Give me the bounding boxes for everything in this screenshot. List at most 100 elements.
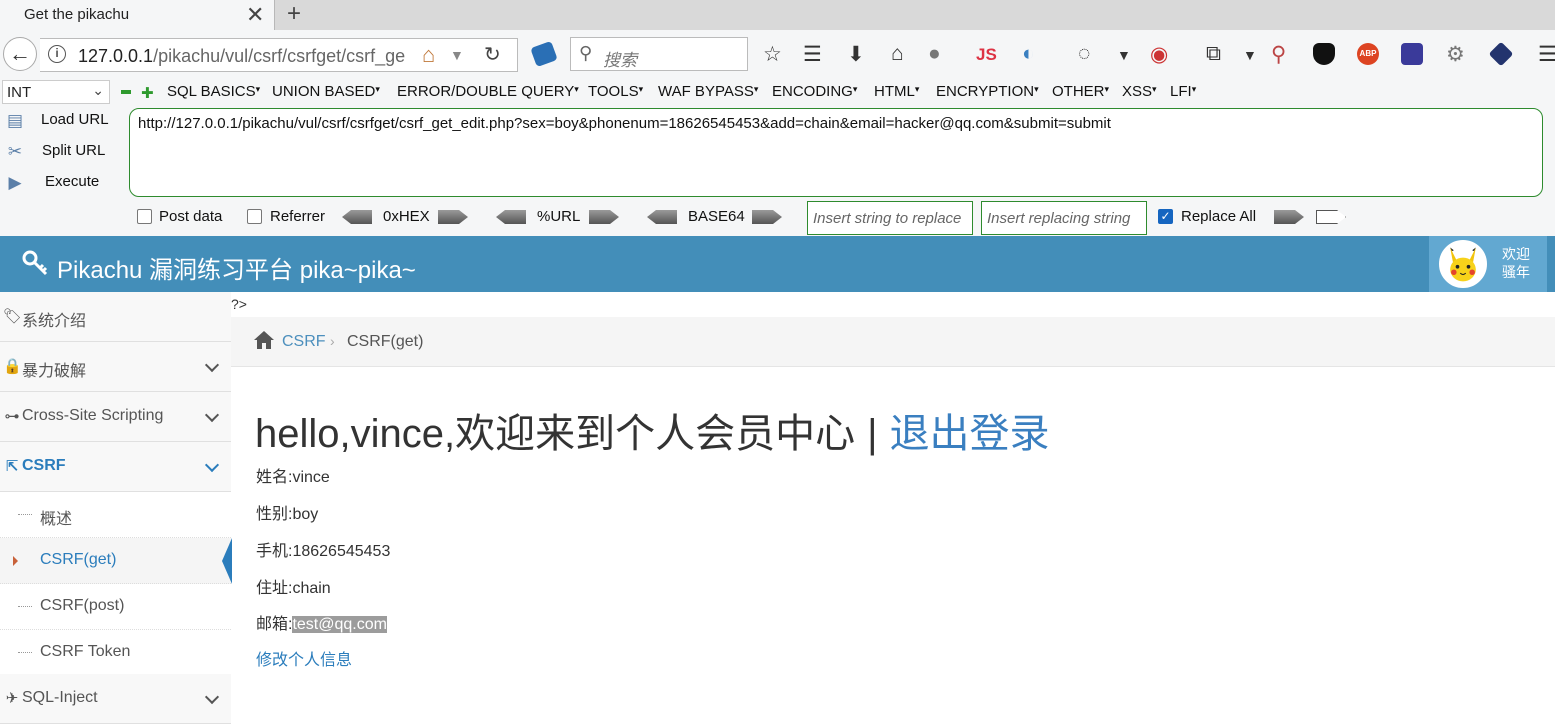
search-placeholder: 搜索 [603, 51, 637, 70]
copy-icon[interactable]: ⧉ [1206, 42, 1221, 66]
menu-sql-basics[interactable]: SQL BASICS [167, 83, 260, 100]
avatar [1439, 240, 1487, 288]
menu-waf-bypass[interactable]: WAF BYPASS [658, 83, 758, 100]
menu-xss[interactable]: XSS [1122, 83, 1157, 100]
sidebar-item-sql-inject[interactable]: ✈ SQL-Inject [0, 674, 231, 724]
sitemap-icon: ⊶ [4, 408, 20, 425]
globe-icon[interactable]: ● [928, 42, 941, 66]
sidebar-item-xss[interactable]: ⊶ Cross-Site Scripting [0, 392, 231, 442]
sidebar-sub-csrf-token[interactable]: CSRF Token [0, 630, 231, 676]
select-value: INT [7, 84, 32, 101]
sidebar-sub-overview[interactable]: 概述 [0, 492, 231, 538]
gear-icon[interactable]: ⚙ [1446, 42, 1465, 67]
plus-icon[interactable]: ✚ [141, 84, 154, 102]
site-header: Pikachu 漏洞练习平台 pika~pika~ 欢迎 骚年 [0, 236, 1555, 292]
sidebar-item-brute-force[interactable]: 🔒 暴力破解 [0, 342, 231, 392]
split-url-button[interactable]: ✂ Split URL [4, 140, 114, 164]
bookmark-star-icon[interactable]: ☆ [763, 42, 782, 67]
search-icon: ⚲ [579, 43, 593, 63]
hackbar-type-select[interactable]: INT ⌄ [2, 80, 110, 104]
profile-name: 姓名:vince [256, 469, 330, 486]
sidebar-item-csrf[interactable]: ⇱ CSRF [0, 442, 231, 492]
replace-string-input[interactable]: Insert string to replace [807, 201, 973, 235]
pikachu-avatar-icon [1450, 247, 1476, 282]
sidebar: 🏷 系统介绍 🔒 暴力破解 ⊶ Cross-Site Scripting ⇱ C… [0, 292, 232, 724]
proxy-icon[interactable]: ◐ [1022, 42, 1035, 66]
replacing-string-placeholder: Insert replacing string [987, 210, 1131, 227]
hex-encode-arrow-icon[interactable] [438, 210, 468, 224]
replace-all-checkbox[interactable]: ✓ [1158, 209, 1173, 224]
sidebar-item-label: SQL-Inject [22, 689, 98, 706]
menu-lfi[interactable]: LFI [1170, 83, 1196, 100]
cookie-icon[interactable]: ◌ [1078, 42, 1090, 66]
sidebar-sub-csrf-get[interactable]: CSRF(get) [0, 538, 232, 584]
chevron-down-icon[interactable]: ▼ [1243, 47, 1257, 63]
browser-tab[interactable]: Get the pikachu ✕ [0, 0, 275, 30]
sidebar-item-intro[interactable]: 🏷 系统介绍 [0, 292, 231, 342]
replace-reverse-arrow-icon[interactable] [1316, 210, 1346, 224]
shield-icon[interactable] [1313, 43, 1335, 65]
breadcrumb-separator-icon: › [330, 333, 335, 349]
replacing-string-input[interactable]: Insert replacing string [981, 201, 1147, 235]
user-menu[interactable]: 欢迎 骚年 [1429, 236, 1547, 292]
adblock-icon[interactable]: ABP [1357, 43, 1379, 65]
search-box[interactable]: ⚲ 搜索 [570, 37, 748, 71]
download-icon[interactable]: ⬇ [847, 42, 865, 67]
load-url-button[interactable]: ▤ Load URL [4, 109, 114, 133]
split-url-label: Split URL [42, 142, 106, 159]
post-data-label: Post data [159, 208, 223, 225]
execute-button[interactable]: ▶ Execute [4, 171, 114, 195]
share-icon: ⇱ [5, 458, 19, 475]
execute-label: Execute [45, 173, 100, 190]
browser-tab-strip: Get the pikachu ✕ + [0, 0, 1555, 30]
reading-list-icon[interactable]: ☰ [803, 42, 822, 67]
reload-icon[interactable]: ↻ [484, 42, 501, 67]
js-switch-icon[interactable]: JS [976, 45, 997, 65]
chevron-down-icon[interactable]: ▼ [1117, 47, 1131, 63]
chevron-down-icon[interactable]: ▼ [450, 47, 464, 63]
breadcrumb-csrf-link[interactable]: CSRF [282, 333, 326, 351]
base64-decode-arrow-icon[interactable] [647, 210, 677, 224]
address-bar[interactable]: i 127.0.0.1/pikachu/vul/csrf/csrfget/csr… [40, 38, 518, 72]
chevron-down-icon: ⌄ [92, 82, 104, 98]
new-tab-icon[interactable]: + [287, 0, 301, 28]
close-tab-icon[interactable]: ✕ [246, 2, 264, 28]
logout-link[interactable]: 退出登录 [890, 412, 1050, 456]
breadcrumb: CSRF › CSRF(get) [231, 317, 1555, 367]
sidebar-sub-csrf-post[interactable]: CSRF(post) [0, 584, 231, 630]
load-url-icon: ▤ [6, 111, 24, 130]
menu-html[interactable]: HTML [874, 83, 919, 100]
menu-icon[interactable]: ☰ [1538, 42, 1555, 67]
menu-union-based[interactable]: UNION BASED [272, 83, 380, 100]
menu-error-double-query[interactable]: ERROR/DOUBLE QUERY [397, 83, 579, 100]
menu-encryption[interactable]: ENCRYPTION [936, 83, 1039, 100]
house-icon[interactable]: ⌂ [422, 42, 435, 68]
home-icon[interactable]: ⌂ [891, 42, 904, 66]
hackbar-toggle-icon[interactable] [530, 40, 558, 68]
post-data-checkbox[interactable] [137, 209, 152, 224]
base64-label: BASE64 [688, 208, 745, 225]
edit-profile-link[interactable]: 修改个人信息 [256, 646, 352, 670]
menu-other[interactable]: OTHER [1052, 83, 1109, 100]
tile-icon[interactable] [1401, 43, 1423, 65]
base64-encode-arrow-icon[interactable] [752, 210, 782, 224]
site-title[interactable]: Pikachu 漏洞练习平台 pika~pika~ [57, 250, 416, 285]
sidebar-item-label: Cross-Site Scripting [22, 407, 164, 424]
replace-arrow-icon[interactable] [1274, 210, 1304, 224]
info-icon[interactable]: i [48, 45, 66, 63]
url-decode-arrow-icon[interactable] [496, 210, 526, 224]
minus-icon[interactable] [121, 90, 131, 94]
replace-all-label: Replace All [1181, 208, 1257, 225]
hackbar-url-textarea[interactable]: http://127.0.0.1/pikachu/vul/csrf/csrfge… [129, 108, 1543, 197]
menu-encoding[interactable]: ENCODING [772, 83, 857, 100]
magnifier-icon[interactable]: ⚲ [1271, 42, 1286, 67]
url-encode-arrow-icon[interactable] [589, 210, 619, 224]
home-icon[interactable] [253, 329, 275, 351]
referrer-checkbox[interactable] [247, 209, 262, 224]
caret-right-icon [13, 556, 18, 566]
hex-decode-arrow-icon[interactable] [342, 210, 372, 224]
back-button[interactable]: ← [3, 37, 37, 71]
layers-icon[interactable] [1488, 41, 1514, 67]
menu-tools[interactable]: TOOLS [588, 83, 643, 100]
tamper-icon[interactable]: ◉ [1150, 42, 1168, 67]
